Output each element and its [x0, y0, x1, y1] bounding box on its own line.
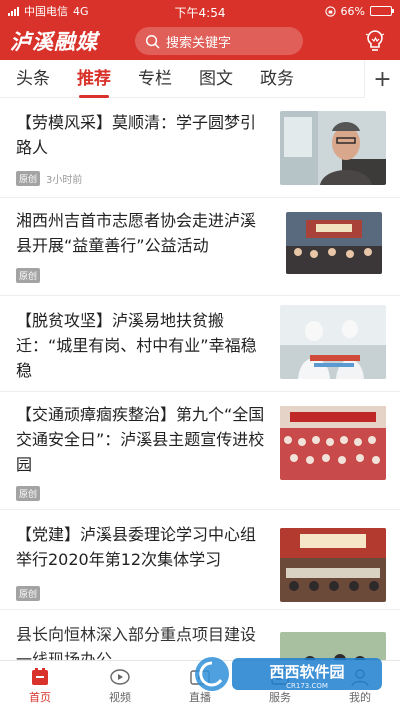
network-label: 4G: [73, 4, 89, 18]
nav-service[interactable]: 服务: [240, 661, 320, 710]
nav-home-label: 首页: [29, 690, 51, 704]
article-item[interactable]: 【交通顽瘴痼疾整治】第九个“全国交通安全日”：泸溪县主题宣传进校园 原创: [0, 392, 400, 510]
article-thumbnail: [280, 111, 386, 185]
tab-government[interactable]: 政务: [260, 60, 294, 98]
status-bar: 中国电信 4G 下午4:54 66%: [0, 0, 400, 22]
add-channel-button[interactable]: +: [364, 60, 400, 98]
original-badge: 原创: [16, 268, 41, 283]
tab-photos[interactable]: 图文: [199, 60, 233, 98]
original-badge: 原创: [16, 171, 41, 186]
app-logo[interactable]: 泸溪融媒: [10, 26, 130, 56]
tab-columns[interactable]: 专栏: [138, 60, 172, 98]
nav-video[interactable]: 视频: [80, 661, 160, 710]
channel-tabs: 头条 推荐 专栏 图文 政务 +: [0, 60, 400, 98]
nav-home[interactable]: 首页: [0, 661, 80, 710]
live-icon: [190, 669, 210, 685]
original-badge: 原创: [16, 586, 41, 601]
article-title: 【党建】泸溪县委理论学习中心组举行2020年第12次集体学习: [16, 525, 257, 569]
video-icon: [110, 668, 130, 685]
tab-recommended[interactable]: 推荐: [77, 60, 111, 98]
top-bar: 中国电信 4G 下午4:54 66% 泸溪融媒 搜索关键字: [0, 0, 400, 60]
article-thumbnail: [280, 406, 386, 480]
plus-icon: +: [373, 66, 392, 92]
lightbulb-icon: [365, 30, 385, 51]
article-title: 【脱贫攻坚】泸溪易地扶贫搬迁：“城里有岗、村中有业”幸福稳稳: [16, 311, 257, 380]
article-title: 湘西州吉首市志愿者协会走进泸溪县开展“益童善行”公益活动: [16, 211, 257, 255]
search-icon: [145, 34, 160, 48]
article-thumbnail: [280, 528, 386, 602]
battery-percent: 66%: [340, 4, 365, 18]
lightbulb-button[interactable]: [360, 26, 390, 56]
tab-headlines[interactable]: 头条: [16, 60, 50, 98]
article-title: 【劳模风采】莫顺清：学子圆梦引路人: [16, 113, 257, 157]
article-item[interactable]: 【党建】泸溪县委理论学习中心组举行2020年第12次集体学习 原创: [0, 510, 400, 610]
signal-icon: [8, 6, 19, 16]
article-item[interactable]: 【脱贫攻坚】泸溪易地扶贫搬迁：“城里有岗、村中有业”幸福稳稳: [0, 296, 400, 392]
bottom-nav: 首页 视频 直播 服务 我的: [0, 660, 400, 710]
search-box[interactable]: 搜索关键字: [135, 27, 303, 55]
nav-live-label: 直播: [189, 690, 211, 704]
nav-video-label: 视频: [109, 690, 131, 704]
article-time: 3小时前: [46, 175, 83, 186]
original-badge: 原创: [16, 486, 41, 501]
lock-rotation-icon: [324, 5, 336, 17]
service-icon: [271, 668, 289, 685]
nav-profile-label: 我的: [349, 690, 371, 704]
battery-icon: [370, 6, 394, 16]
carrier-label: 中国电信: [24, 5, 68, 18]
article-item[interactable]: 湘西州吉首市志愿者协会走进泸溪县开展“益童善行”公益活动 原创: [0, 198, 400, 296]
home-icon: [32, 667, 48, 685]
nav-profile[interactable]: 我的: [320, 661, 400, 710]
nav-service-label: 服务: [269, 690, 291, 704]
nav-live[interactable]: 直播: [160, 661, 240, 710]
article-title: 【交通顽瘴痼疾整治】第九个“全国交通安全日”：泸溪县主题宣传进校园: [16, 405, 265, 474]
user-icon: [351, 668, 369, 686]
article-item[interactable]: 【劳模风采】莫顺清：学子圆梦引路人 原创 3小时前: [0, 98, 400, 198]
article-thumbnail: [286, 212, 382, 274]
article-thumbnail: [280, 305, 386, 379]
search-placeholder: 搜索关键字: [166, 35, 232, 51]
